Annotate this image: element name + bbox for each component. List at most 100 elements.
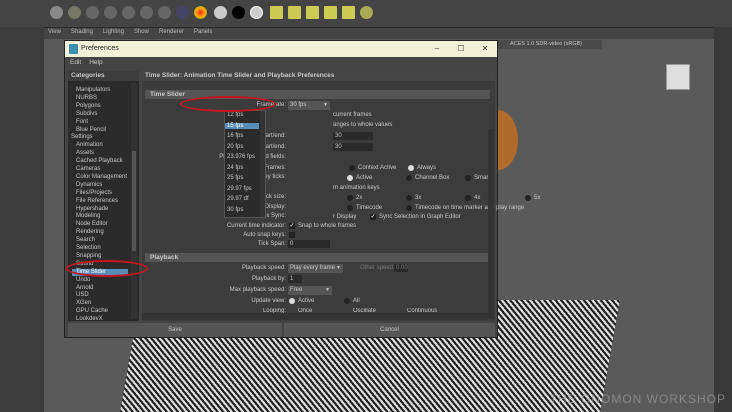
clapper-icon[interactable] [342, 6, 355, 19]
category-item[interactable]: Search [76, 237, 95, 244]
categories-scroll-thumb[interactable] [132, 151, 136, 251]
category-item[interactable]: Modeling [76, 213, 100, 220]
other-speed-field[interactable]: 0.00 [394, 264, 408, 272]
target-icon[interactable] [360, 6, 373, 19]
lighting-icon[interactable] [68, 6, 81, 19]
heatmap-icon[interactable] [194, 6, 207, 19]
tick-span-field[interactable]: 0 [288, 240, 330, 248]
menu-panels[interactable]: Panels [194, 29, 212, 35]
framerate-option[interactable]: 16 fps [227, 133, 243, 139]
category-item[interactable]: GPU Cache [76, 308, 108, 315]
settings-horizontal-scrollbar[interactable] [142, 313, 488, 320]
framerate-option[interactable]: 29.97 fps [227, 186, 252, 192]
white-ball-icon[interactable] [250, 6, 263, 19]
menu-edit[interactable]: Edit [70, 59, 81, 66]
radio-5x[interactable] [525, 195, 531, 201]
radio-4x[interactable] [465, 195, 471, 201]
framerate-dropdown[interactable]: 30 fps ▼ [288, 101, 330, 110]
cancel-button[interactable]: Cancel [284, 323, 495, 337]
save-button[interactable]: Save [68, 323, 282, 337]
shade-icon[interactable] [158, 6, 171, 19]
radio-channel-box[interactable] [406, 175, 412, 181]
playback-end-field[interactable]: 30 [333, 132, 373, 140]
color-space-dropdown[interactable]: ACES 1.0 SDR-video (sRGB) [496, 40, 602, 49]
framerate-options-list[interactable]: 12 fps 15 fps 16 fps 20 fps 23.976 fps 24 fps… [224, 110, 266, 218]
radio-active[interactable] [347, 175, 353, 181]
framerate-option[interactable]: 30 fps [227, 207, 243, 213]
clapper-icon[interactable] [288, 6, 301, 19]
stripe-icon[interactable] [176, 6, 189, 19]
category-item[interactable]: File References [76, 198, 118, 205]
minimize-button[interactable]: – [425, 41, 449, 57]
auto-snap-checkbox[interactable] [289, 232, 295, 238]
radio-3x[interactable] [406, 195, 412, 201]
settings-scrollbar[interactable] [488, 129, 494, 319]
section-playback[interactable]: Playback [145, 253, 490, 262]
category-item[interactable]: Assets [76, 150, 94, 157]
framerate-option[interactable]: 15 fps [225, 122, 259, 129]
clapper-icon[interactable] [324, 6, 337, 19]
category-item[interactable]: Manipulators [76, 87, 110, 94]
category-item[interactable]: Node Editor [76, 221, 108, 228]
radio-timecode-marker[interactable] [406, 205, 412, 211]
category-item[interactable]: Subdivs [76, 111, 97, 118]
menu-view[interactable]: View [48, 29, 61, 35]
black-ball-icon[interactable] [232, 6, 245, 19]
framerate-option[interactable]: 23.976 fps [227, 154, 255, 160]
playback-speed-dropdown[interactable]: Play every frame ▼ [288, 264, 343, 273]
category-item[interactable]: Blue Pencil [76, 127, 106, 134]
snap-whole-frames-checkbox[interactable]: ✓ [289, 223, 295, 229]
category-item[interactable]: Cameras [76, 166, 100, 173]
category-item[interactable]: Rendering [76, 229, 104, 236]
gray-ball-icon[interactable] [214, 6, 227, 19]
radio-update-all[interactable] [344, 298, 350, 304]
view-cube[interactable] [666, 64, 690, 90]
category-item[interactable]: Color Management [76, 174, 127, 181]
radio-timecode[interactable] [347, 205, 353, 211]
menu-help[interactable]: Help [89, 59, 102, 66]
menu-shading[interactable]: Shading [71, 29, 93, 35]
framerate-option[interactable]: 25 fps [227, 175, 243, 181]
shade-icon[interactable] [104, 6, 117, 19]
category-item[interactable]: Undo [76, 277, 90, 284]
shade-icon[interactable] [140, 6, 153, 19]
graph-icon[interactable] [270, 6, 283, 19]
category-item[interactable]: XGen [76, 300, 91, 307]
radio-context-active[interactable] [349, 165, 355, 171]
framerate-option[interactable]: 29.97 df [227, 196, 249, 202]
menu-renderer[interactable]: Renderer [159, 29, 184, 35]
category-item[interactable]: Files/Projects [76, 190, 112, 197]
category-item[interactable]: Cached Playback [76, 158, 123, 165]
radio-2x[interactable] [347, 195, 353, 201]
sphere-icon[interactable] [50, 6, 63, 19]
shade-icon[interactable] [122, 6, 135, 19]
playback-by-field[interactable]: 1 [288, 275, 302, 283]
animation-end-field[interactable]: 30 [333, 143, 373, 151]
category-item[interactable]: Settings [71, 134, 93, 141]
max-playback-speed-dropdown[interactable]: Free ▼ [288, 286, 332, 295]
radio-smart[interactable] [465, 175, 471, 181]
clapper-icon[interactable] [306, 6, 319, 19]
category-item[interactable]: Font [76, 119, 88, 126]
radio-always[interactable] [408, 165, 414, 171]
category-item[interactable]: NURBS [76, 95, 97, 102]
category-item[interactable]: Hypershade [76, 206, 108, 213]
shade-icon[interactable] [86, 6, 99, 19]
category-item[interactable]: Arnold [76, 285, 93, 292]
category-item[interactable]: USD [76, 292, 89, 299]
framerate-list-scrollbar[interactable] [260, 111, 265, 217]
category-item[interactable]: Dynamics [76, 182, 102, 189]
category-item[interactable]: Animation [76, 142, 103, 149]
framerate-option[interactable]: 24 fps [227, 165, 243, 171]
framerate-option[interactable]: 20 fps [227, 144, 243, 150]
menu-lighting[interactable]: Lighting [103, 29, 124, 35]
category-item[interactable]: Polygons [76, 103, 101, 110]
radio-update-active[interactable] [289, 298, 295, 304]
category-item[interactable]: Snapping [76, 253, 101, 260]
sync-graph-editor-checkbox[interactable]: ✓ [370, 214, 376, 220]
menu-show[interactable]: Show [134, 29, 149, 35]
category-item[interactable]: Selection [76, 245, 101, 252]
close-button[interactable]: ✕ [473, 41, 497, 57]
framerate-option[interactable]: 12 fps [227, 112, 243, 118]
maximize-button[interactable]: ☐ [449, 41, 473, 57]
